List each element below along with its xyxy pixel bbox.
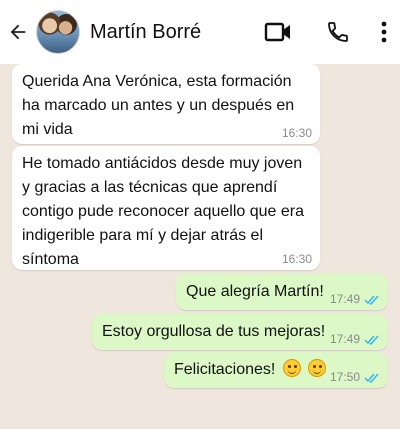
voice-call-button[interactable] xyxy=(318,0,358,64)
message-meta: 17:50 xyxy=(330,370,380,384)
message-bubble[interactable]: Querida Ana Verónica, esta formación ha … xyxy=(12,64,320,144)
chat-header: Martín Borré xyxy=(0,0,400,64)
hugging-face-emoji-icon xyxy=(282,359,301,377)
message-time: 17:50 xyxy=(329,370,360,384)
contact-name[interactable]: Martín Borré xyxy=(90,21,258,44)
message-bubble[interactable]: Estoy orgullosa de tus mejoras! 17:49 xyxy=(92,314,388,350)
message-time: 16:30 xyxy=(281,252,312,266)
back-button[interactable] xyxy=(0,0,36,64)
smiling-face-emoji-icon xyxy=(308,359,327,377)
menu-button[interactable] xyxy=(372,0,396,64)
message-meta: 16:30 xyxy=(282,252,312,266)
message-meta: 17:49 xyxy=(330,332,380,346)
message-bubble[interactable]: Felicitaciones! 17:50 xyxy=(164,352,388,388)
message-text: Querida Ana Verónica, esta formación ha … xyxy=(22,73,295,138)
message-meta: 16:30 xyxy=(282,126,312,140)
phone-icon xyxy=(328,22,348,42)
message-list[interactable]: Querida Ana Verónica, esta formación ha … xyxy=(0,64,400,429)
read-ticks-icon xyxy=(364,373,379,383)
message-meta: 17:49 xyxy=(330,292,380,306)
message-time: 17:49 xyxy=(329,292,360,306)
read-ticks-icon xyxy=(364,335,379,345)
message-text: He tomado antiácidos desde muy joven y g… xyxy=(22,155,304,268)
video-call-button[interactable] xyxy=(258,0,298,64)
message-time: 17:49 xyxy=(329,332,360,346)
message-bubble[interactable]: He tomado antiácidos desde muy joven y g… xyxy=(12,146,320,270)
video-camera-icon xyxy=(264,22,290,42)
more-vertical-icon xyxy=(381,21,387,43)
avatar[interactable] xyxy=(36,10,80,54)
read-ticks-icon xyxy=(364,295,379,305)
arrow-back-icon xyxy=(10,24,26,40)
message-time: 16:30 xyxy=(281,126,312,140)
message-bubble[interactable]: Que alegría Martín! 17:49 xyxy=(176,274,388,310)
